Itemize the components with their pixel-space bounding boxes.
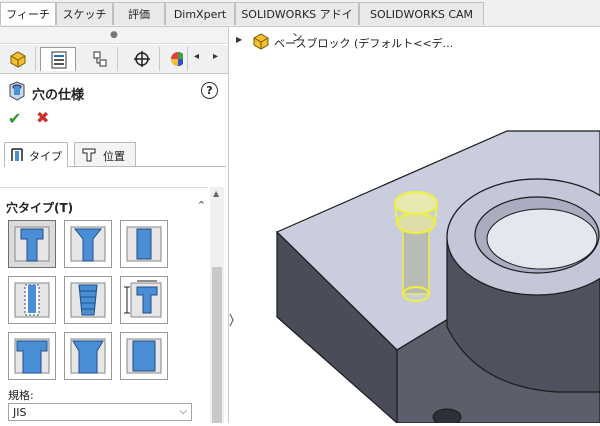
slot-icon [126,338,162,374]
hole-type-section-title: 穴タイプ(T) [6,201,74,215]
countersink-icon [70,226,106,262]
configuration-icon [93,51,107,67]
hole-type-simple-hole-button[interactable] [120,220,168,268]
ok-cancel-group: ✔ ✖ [8,108,68,129]
property-tabs: タイプ 位置 [4,142,226,167]
hole-type-legacy-button[interactable] [120,276,168,324]
hole-type-countersink-button[interactable] [64,220,112,268]
appearance-icon [171,52,183,66]
tab-solidworks-cam[interactable]: SOLIDWORKS CAM [359,2,484,25]
tab-solidworks-addins[interactable]: SOLIDWORKS アドイン [235,2,359,44]
tab-position-label: 位置 [103,150,125,163]
part-icon [253,33,269,50]
panel-scrollbar[interactable]: ▲ [210,187,224,423]
tab-configurationmanager[interactable] [82,47,118,71]
chevron-down-icon: ⌵ [179,406,187,417]
command-manager-tabbar: フィーチャー スケッチ 評価 DimXpert SOLIDWORKS アドイン … [0,0,600,44]
tab-evaluate[interactable]: 評価 [113,2,165,25]
tab-type[interactable]: タイプ [4,142,68,167]
part-model-view [275,130,600,426]
manager-tabs: ◂ ▸ [0,45,228,74]
standard-label: 規格: [8,389,34,402]
feature-tree-flyout: ▶ ベースブロック (デフォルト<<デ... [236,32,536,52]
standard-value: JIS [13,406,27,419]
countersink-slot-icon [70,338,106,374]
ok-button[interactable]: ✔ [8,109,21,128]
hole-type-counterbore-button[interactable] [8,220,56,268]
hole-type-slot-button[interactable] [120,332,168,380]
straight-tap-icon [14,282,50,318]
scroll-thumb[interactable] [212,267,222,423]
counterbore-slot-icon [14,338,50,374]
cancel-button[interactable]: ✖ [36,108,49,127]
property-manager-icon [51,51,67,69]
hole-type-countersink-slot-button[interactable] [64,332,112,380]
hole-type-counterbore-slot-button[interactable] [8,332,56,380]
expand-arrow-icon[interactable]: ▶ [236,35,242,44]
hole-type-tapered-tap-button[interactable] [64,276,112,324]
legacy-hole-icon [124,280,162,318]
hole-wizard-icon [9,81,25,101]
feature-tree-root-label[interactable]: ベースブロック (デフォルト<<デ... [274,35,453,51]
graphics-area[interactable] [237,27,600,426]
tab-featuremanager[interactable] [0,47,36,71]
tab-propertymanager[interactable] [40,47,76,71]
property-manager-title: 穴の仕様 [32,88,85,103]
feature-tree-icon [10,51,26,68]
tapered-tap-icon [70,282,106,318]
hole-type-section-header[interactable]: 穴タイプ(T) ⌃ [6,199,206,215]
type-tab-icon [11,148,23,161]
crosshair-icon [134,51,150,67]
standard-select[interactable]: JIS ⌵ [8,403,192,421]
tab-position[interactable]: 位置 [74,142,136,166]
grip-dot-icon: ● [110,30,118,40]
panel-splitter[interactable] [228,300,236,340]
tab-type-label: タイプ [29,150,62,163]
help-icon[interactable]: ? [201,82,218,99]
splitter-handle-icon [229,313,234,327]
counterbore-icon [14,226,50,262]
tab-sketch[interactable]: スケッチ [56,2,113,25]
chevron-up-icon[interactable]: ⌃ [197,199,206,212]
hole-type-straight-tap-button[interactable] [8,276,56,324]
tab-features[interactable]: フィーチャー [0,2,56,44]
position-tab-icon [82,148,96,162]
tab-displaymanager[interactable] [166,47,188,71]
property-manager-header: 穴の仕様 ? [8,81,220,103]
divider [0,187,208,188]
tab-dimxpertmanager[interactable] [124,47,160,71]
scroll-tabs-right-arrow[interactable]: ▸ [213,51,218,62]
left-panel: ● ◂ ▸ 穴の仕様 ? ✔ ✖ タイプ 位置 穴タイプ(T) ⌃ ▲ 規格: … [0,27,229,423]
scroll-up-arrow-icon[interactable]: ▲ [213,189,219,198]
tab-dimxpert[interactable]: DimXpert [165,2,235,25]
panel-grip[interactable]: ● [0,27,228,44]
simple-hole-icon [126,226,162,262]
scroll-tabs-left-arrow[interactable]: ◂ [194,51,199,62]
